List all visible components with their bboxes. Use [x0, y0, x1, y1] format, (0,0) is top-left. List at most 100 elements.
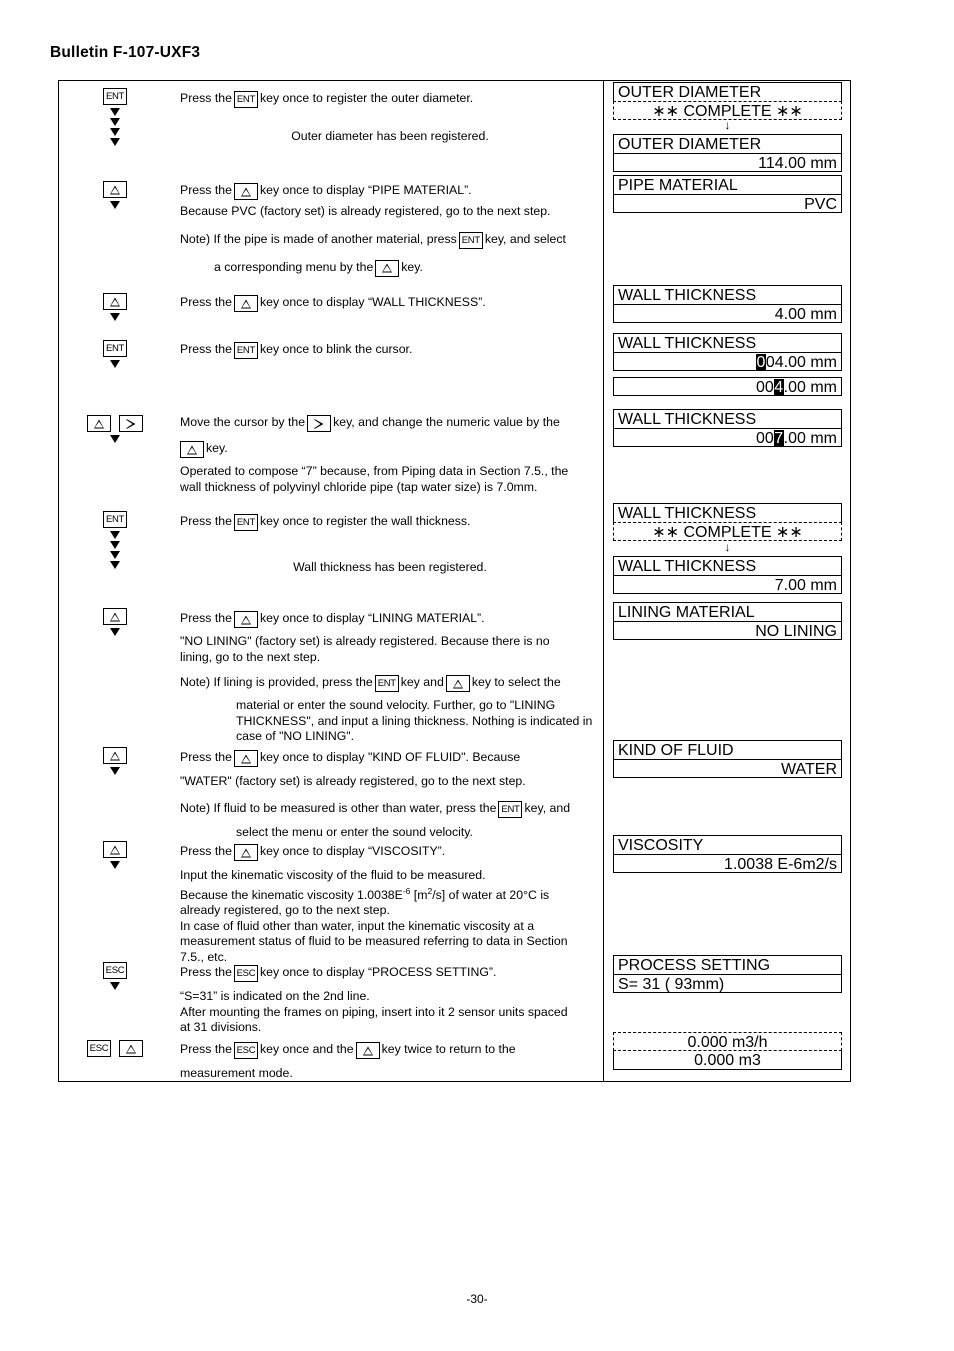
instr-text: Press the	[180, 182, 232, 197]
lcd-wall-thickness-initial: WALL THICKNESS 4.00 mm	[613, 285, 842, 323]
up-key-icon[interactable]	[233, 295, 258, 312]
up-key-icon[interactable]	[103, 181, 127, 199]
page-number: -30-	[466, 1292, 488, 1306]
instr-text: key once to display “VISCOSITY”.	[259, 843, 446, 858]
up-key-icon[interactable]	[233, 183, 258, 200]
lcd-line2: 007.00 mm	[613, 428, 842, 447]
ent-key-icon[interactable]: ENT	[103, 88, 127, 106]
lcd-line1: WALL THICKNESS	[613, 409, 842, 428]
ent-key-icon[interactable]: ENT	[103, 340, 127, 358]
instr-text: In case of fluid other than water, input…	[180, 918, 535, 933]
instr-text: wall thickness of polyvinyl chloride pip…	[180, 479, 538, 494]
up-key-icon[interactable]	[103, 747, 127, 765]
column-divider	[603, 80, 604, 1082]
lcd-line1: KIND OF FLUID	[613, 740, 842, 759]
lcd-wall-thickness-cursor-moved: 004.00 mm	[613, 377, 842, 396]
up-key-icon[interactable]	[233, 611, 258, 628]
ent-key-icon[interactable]: ENT	[374, 675, 399, 692]
instr-text: key to select the	[471, 674, 561, 689]
esc-key-icon[interactable]: ESC	[103, 962, 127, 980]
instr-text: After mounting the frames on piping, ins…	[180, 1004, 568, 1019]
ent-key-icon[interactable]: ENT	[103, 511, 127, 529]
lcd-line2: S= 31 ( 93mm)	[613, 974, 842, 993]
up-key-icon[interactable]	[355, 1042, 380, 1059]
instr-text: material or enter the sound velocity. Fu…	[236, 698, 556, 712]
key-column-return-measurement: ESC	[60, 1040, 170, 1058]
up-key-icon[interactable]	[103, 293, 127, 311]
up-key-icon[interactable]	[103, 608, 127, 626]
down-arrow-icon	[110, 861, 120, 869]
instr-text: “S=31” is indicated on the 2nd line.	[180, 989, 370, 1003]
down-arrow-icon	[110, 531, 120, 539]
instr-text: Press the	[180, 90, 232, 105]
lcd-cursor-digit: 4	[773, 379, 784, 396]
down-arrow-icon	[110, 541, 120, 549]
ent-key-icon[interactable]: ENT	[233, 514, 258, 531]
ent-key-icon[interactable]: ENT	[458, 231, 483, 249]
instr-text: key once to display “LINING MATERIAL”.	[259, 610, 485, 625]
instruction-register-wall-thickness: Press the ENT key once to register the wal…	[180, 513, 600, 576]
lcd-line1: VISCOSITY	[613, 835, 842, 854]
up-key-icon[interactable]	[375, 259, 400, 277]
right-key-icon[interactable]	[307, 415, 332, 432]
lcd-value-post: 04.00 mm	[765, 354, 837, 371]
instr-text: Operated to compose “7” because, from Pi…	[180, 464, 569, 478]
lcd-wall-thickness-complete: WALL THICKNESS ∗∗ COMPLETE ∗∗	[613, 503, 842, 541]
lcd-lining-material: LINING MATERIAL NO LINING	[613, 602, 842, 640]
instr-text: THICKNESS", and input a lining thickness…	[236, 713, 593, 728]
instr-text: Wall thickness has been registered.	[293, 560, 487, 574]
instr-text: Press the	[180, 513, 232, 528]
lcd-line1: OUTER DIAMETER	[613, 82, 842, 101]
instr-text: key once to register the outer diameter.	[259, 90, 474, 105]
instruction-display-kind-of-fluid: Press the key once to display "KIND OF FL…	[180, 749, 600, 840]
up-key-icon[interactable]	[180, 441, 204, 458]
ent-key-icon[interactable]: ENT	[498, 800, 523, 818]
instruction-display-viscosity: Press the key once to display “VISCOSITY”…	[180, 843, 600, 965]
lcd-line2: NO LINING	[613, 621, 842, 640]
instr-text: key, and	[524, 800, 571, 815]
up-key-icon[interactable]	[233, 750, 258, 767]
lcd-line2: 4.00 mm	[613, 304, 842, 323]
instr-text: key.	[401, 259, 423, 274]
down-arrow-icon	[110, 108, 120, 116]
lcd-outer-diameter-value: OUTER DIAMETER 114.00 mm	[613, 134, 842, 172]
key-column-display-pipe-material	[60, 181, 170, 211]
instr-text: key once to display “PROCESS SETTING”.	[259, 964, 497, 979]
lcd-transition-arrow: ↓	[724, 118, 731, 132]
instr-text: select the menu or enter the sound veloc…	[236, 824, 473, 839]
esc-key-icon[interactable]: ESC	[87, 1040, 111, 1058]
instr-text: Note) If the pipe is made of another mat…	[180, 231, 457, 246]
instr-text: at 31 divisions.	[180, 1020, 262, 1034]
lcd-pipe-material: PIPE MATERIAL PVC	[613, 175, 842, 213]
lcd-line2: 7.00 mm	[613, 575, 842, 594]
down-arrow-icon	[110, 628, 120, 636]
instruction-return-measurement-mode: Press the ESC key once and the key twice to…	[180, 1041, 600, 1082]
down-arrow-icon	[110, 551, 120, 559]
up-key-icon[interactable]	[103, 841, 127, 859]
instr-text: [m	[410, 887, 428, 902]
instr-text: case of "NO LINING".	[236, 729, 355, 743]
lcd-line2: WATER	[613, 759, 842, 778]
instr-text: key.	[206, 440, 228, 455]
instruction-display-process-setting: Press the ESC key once to display “PROCESS…	[180, 964, 600, 1036]
up-key-icon[interactable]	[445, 675, 470, 692]
lcd-line1: 0.000 m3/h	[613, 1032, 842, 1051]
up-key-icon[interactable]	[119, 1040, 143, 1058]
esc-key-icon[interactable]: ESC	[233, 1042, 258, 1059]
lcd-value-post: .00 mm	[783, 379, 837, 396]
right-key-icon[interactable]	[119, 415, 143, 433]
up-key-icon[interactable]	[87, 415, 111, 433]
lcd-line2: 1.0038 E-6m2/s	[613, 854, 842, 873]
instr-text: key and	[400, 674, 444, 689]
down-arrow-icon	[110, 201, 120, 209]
lcd-line1: LINING MATERIAL	[613, 602, 842, 621]
up-key-icon[interactable]	[233, 844, 258, 861]
esc-key-icon[interactable]: ESC	[233, 965, 258, 982]
ent-key-icon[interactable]: ENT	[233, 91, 258, 108]
instr-text: lining, go to the next step.	[180, 649, 321, 664]
instruction-register-outer-diameter: Press the ENT key once to register the out…	[180, 90, 600, 145]
instr-text: /s] of water at 20°C is	[432, 887, 550, 902]
key-column-display-kind-of-fluid	[60, 747, 170, 777]
ent-key-icon[interactable]: ENT	[233, 342, 258, 359]
instr-text: key once to display "KIND OF FLUID". Bec…	[259, 749, 521, 764]
